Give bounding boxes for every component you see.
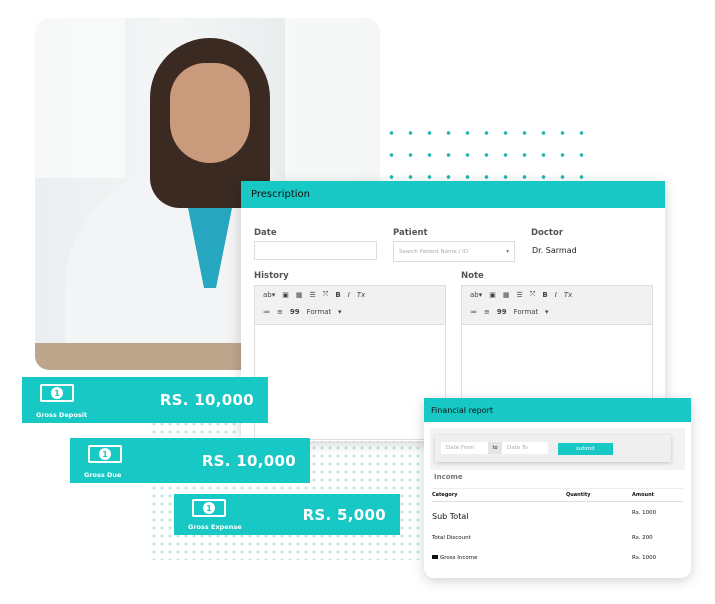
format-dropdown[interactable]: Format ▾ [307,308,342,316]
bold-button[interactable]: B [335,291,340,299]
date-input[interactable] [254,241,377,260]
chevron-down-icon: ▾ [506,248,509,255]
image-icon[interactable]: ▣ [282,291,289,299]
row-category: Total Discount [432,535,471,541]
gross-deposit-banner: 1 Gross Deposit RS. 10,000 [22,377,268,423]
italic-button[interactable]: I [348,291,350,299]
image-icon[interactable]: ▣ [489,291,496,299]
italic-button[interactable]: I [555,291,557,299]
format-dropdown[interactable]: Format ▾ [514,308,549,316]
table-header: Category Quantity Amount [432,488,683,502]
financial-report-card: Financial report Date From to Date To su… [424,398,691,578]
table-row: Sub Total Rs. 1000 [432,510,683,521]
format-label: Format [306,307,332,316]
row-category: Sub Total [432,512,469,521]
maximize-icon[interactable]: ⤧ [530,290,536,299]
date-to-input[interactable]: Date To [502,442,548,454]
prescription-header: Prescription [241,181,665,208]
note-toolbar: ab▾ ▣ ▦ ☰ ⤧ B I Tx ≔ ≡ 99 Format ▾ [461,285,653,325]
format-label: Format [513,307,539,316]
banner-amount: RS. 10,000 [201,451,296,470]
banner-amount: RS. 10,000 [159,391,254,409]
table-icon[interactable]: ▦ [503,291,510,299]
row-category: Gross Income [440,555,478,561]
spellcheck-icon[interactable]: ab▾ [470,291,482,299]
clear-format-button[interactable]: Tx [357,291,365,299]
table-icon[interactable]: ▦ [296,291,303,299]
banner-amount: RS. 5,000 [302,505,386,524]
to-label: to [488,442,502,454]
banknote-icon: 1 [88,445,122,463]
hr-icon[interactable]: ☰ [310,291,316,299]
decorative-dots [382,122,592,188]
history-label: History [254,271,289,281]
income-heading: Income [434,473,463,481]
blockquote-button[interactable]: 99 [497,308,507,316]
bullet-list-icon[interactable]: ≡ [277,308,283,316]
patient-select[interactable]: Search Patient Name / ID ▾ [393,241,515,262]
clear-format-button[interactable]: Tx [564,291,572,299]
doctor-value: Dr. Sarmad [532,246,577,255]
patient-label: Patient [393,228,428,238]
gross-expense-banner: 1 Gross Expense RS. 5,000 [174,494,400,535]
financial-report-header: Financial report [424,398,691,422]
row-amount: Rs. 1000 [632,510,657,516]
numbered-list-icon[interactable]: ≔ [263,308,270,316]
history-editor[interactable] [254,325,446,440]
date-label: Date [254,228,277,238]
note-label: Note [461,271,484,281]
banner-caption: Gross Due [84,471,122,479]
maximize-icon[interactable]: ⤧ [323,290,329,299]
date-from-input[interactable]: Date From [441,442,488,454]
table-row: Gross Income Rs. 1000 [432,555,683,561]
column-category: Category [432,492,458,498]
doctor-label: Doctor [531,228,564,238]
submit-button[interactable]: submit [558,443,613,455]
patient-placeholder: Search Patient Name / ID [399,248,468,255]
banner-caption: Gross Deposit [36,411,88,419]
banknote-icon: 1 [40,384,74,402]
bold-button[interactable]: B [542,291,547,299]
history-toolbar: ab▾ ▣ ▦ ☰ ⤧ B I Tx ≔ ≡ 99 Format ▾ [254,285,446,325]
banknote-icon [432,555,438,559]
numbered-list-icon[interactable]: ≔ [470,308,477,316]
blockquote-button[interactable]: 99 [290,308,300,316]
filter-panel: Date From to Date To submit [430,428,685,470]
hr-icon[interactable]: ☰ [517,291,523,299]
banner-caption: Gross Expense [188,523,242,531]
banknote-icon: 1 [192,499,226,517]
table-row: Total Discount Rs. 200 [432,535,683,541]
bullet-list-icon[interactable]: ≡ [484,308,490,316]
spellcheck-icon[interactable]: ab▾ [263,291,275,299]
column-quantity: Quantity [566,492,591,498]
gross-due-banner: 1 Gross Due RS. 10,000 [70,438,310,483]
row-amount: Rs. 1000 [632,555,657,561]
row-amount: Rs. 200 [632,535,653,541]
column-amount: Amount [632,492,655,498]
